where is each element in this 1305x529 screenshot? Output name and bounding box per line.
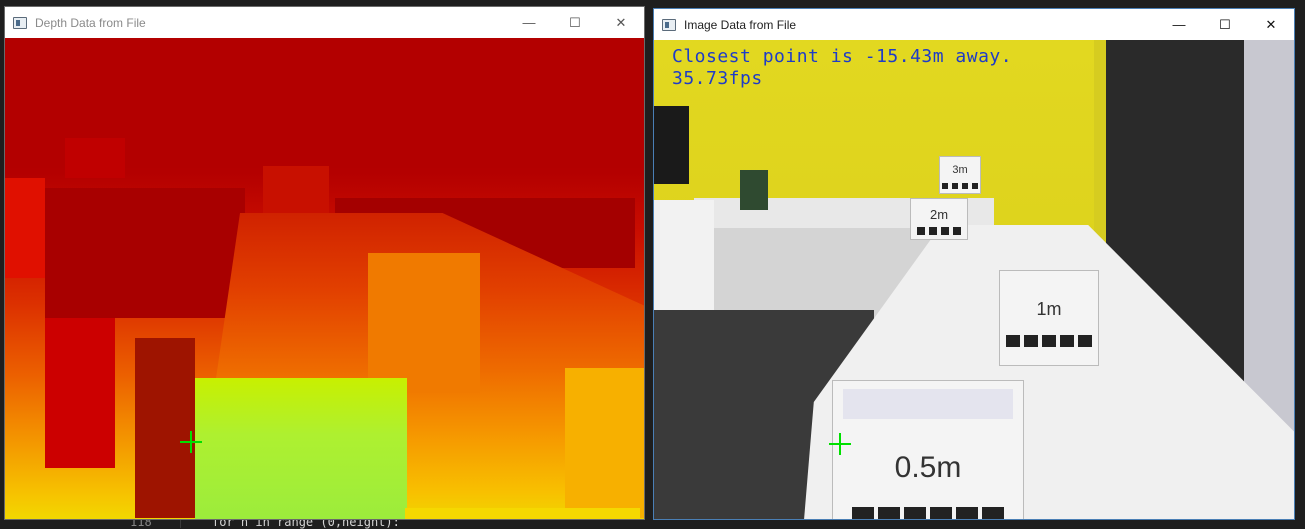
- distance-sign-0-5m: 0.5m: [832, 380, 1024, 519]
- depth-window-title: Depth Data from File: [35, 15, 146, 30]
- distance-sign-1m: 1m: [999, 270, 1099, 366]
- sign-label: 1m: [1036, 299, 1062, 319]
- depth-window[interactable]: Depth Data from File — ☐ ✕: [4, 6, 645, 520]
- fps-text: 35.73fps: [672, 68, 763, 89]
- distance-sign-3m: 3m: [939, 156, 981, 194]
- sign-label: 0.5m: [894, 451, 962, 484]
- maximize-button[interactable]: ☐: [1202, 9, 1248, 40]
- distance-sign-2m: 2m: [910, 198, 968, 240]
- minimize-button[interactable]: —: [1156, 9, 1202, 40]
- image-window[interactable]: Image Data from File — ☐ ✕ 3m 2m 1m 0.5m…: [653, 8, 1295, 520]
- closest-point-text: Closest point is -15.43m away.: [672, 46, 1013, 67]
- app-icon: [13, 16, 27, 29]
- sign-label: 3m: [952, 164, 968, 176]
- depth-colormap-image: [5, 38, 644, 519]
- minimize-button[interactable]: —: [506, 7, 552, 38]
- image-window-titlebar[interactable]: Image Data from File — ☐ ✕: [654, 9, 1294, 40]
- closest-point-marker: [829, 433, 851, 455]
- closest-point-marker: [180, 431, 202, 453]
- camera-photo: 3m 2m 1m 0.5m Closest point is -15.43m a…: [654, 40, 1294, 519]
- sign-label: 2m: [929, 207, 949, 222]
- close-button[interactable]: ✕: [598, 7, 644, 38]
- image-window-title: Image Data from File: [684, 17, 797, 32]
- maximize-button[interactable]: ☐: [552, 7, 598, 38]
- depth-window-titlebar[interactable]: Depth Data from File — ☐ ✕: [5, 7, 644, 38]
- app-icon: [662, 18, 676, 31]
- close-button[interactable]: ✕: [1248, 9, 1294, 40]
- depth-image-area: [5, 38, 644, 519]
- camera-image-area: 3m 2m 1m 0.5m Closest point is -15.43m a…: [654, 40, 1294, 519]
